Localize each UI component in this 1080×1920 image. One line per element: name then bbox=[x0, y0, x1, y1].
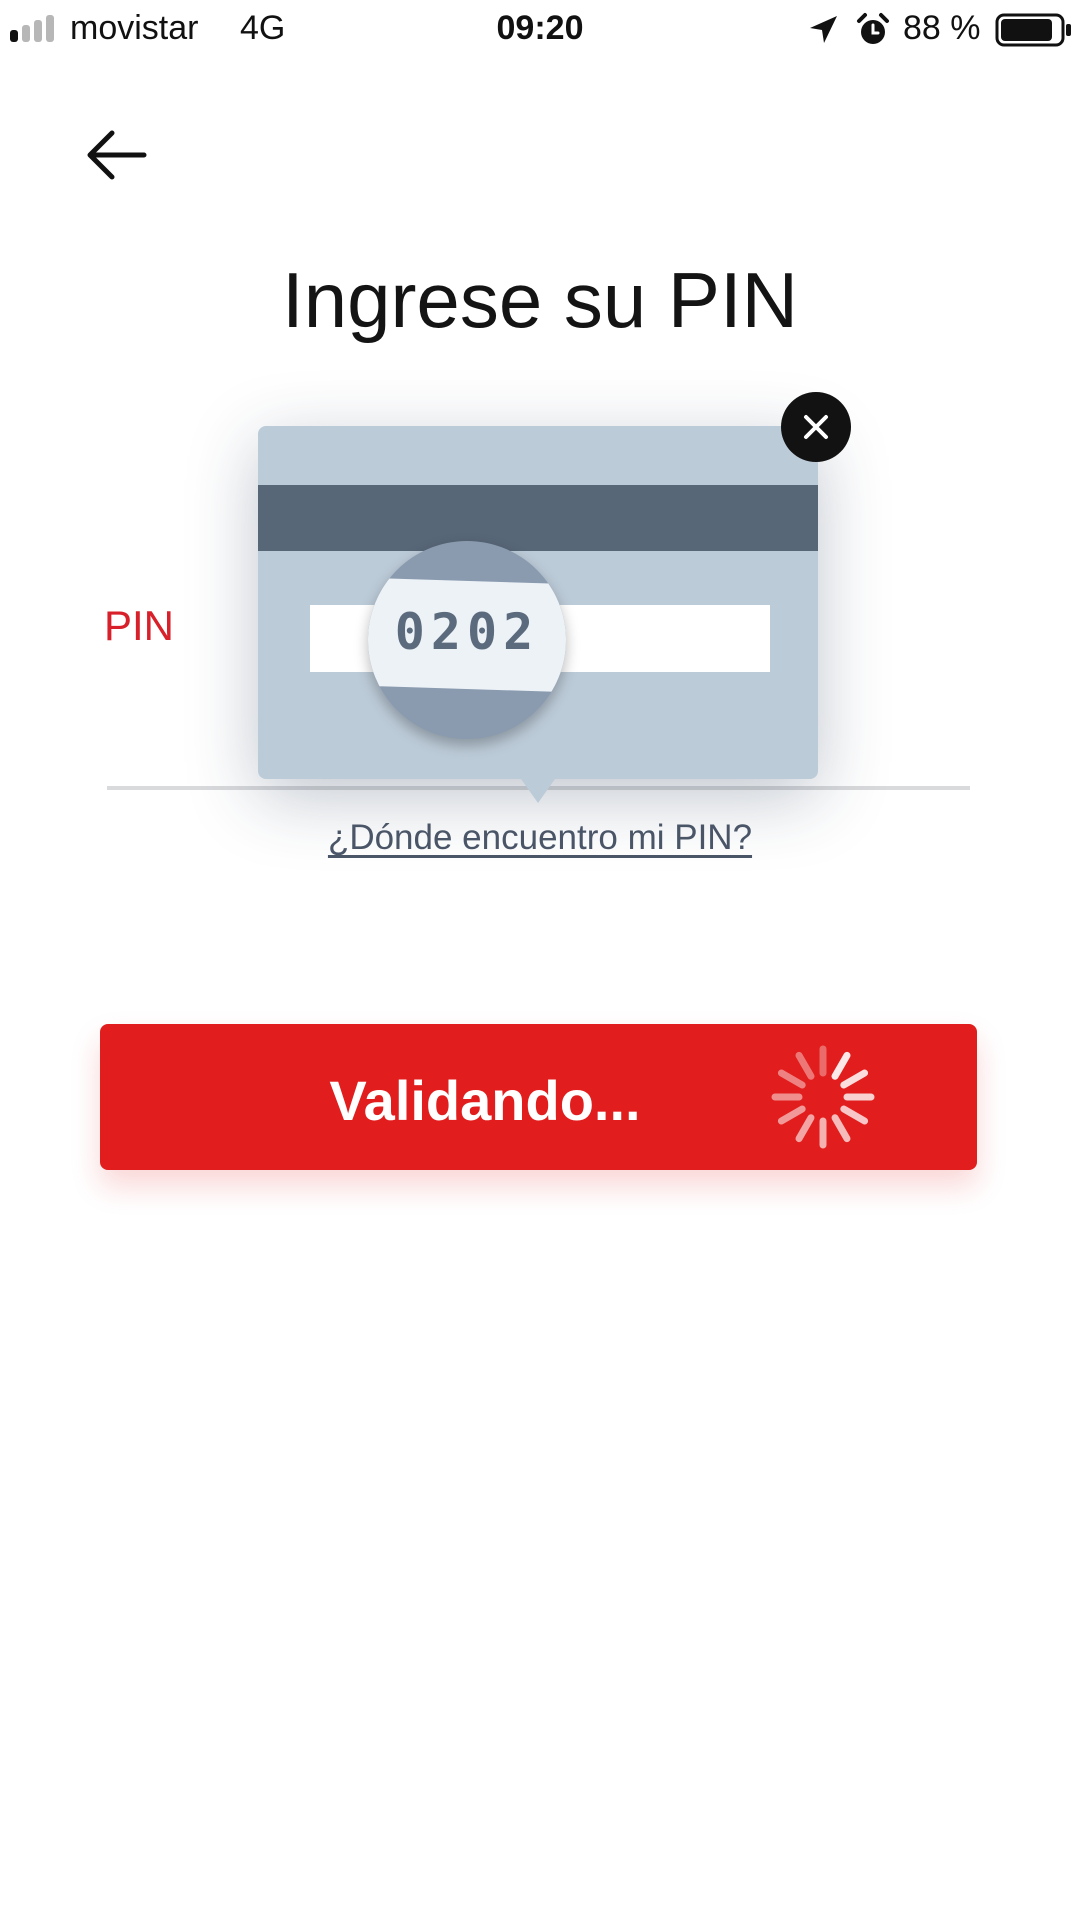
spinner-ray bbox=[840, 1069, 869, 1089]
spinner-ray bbox=[777, 1069, 806, 1089]
pin-field-label: PIN bbox=[104, 602, 175, 649]
validate-button[interactable]: Validando... bbox=[100, 1024, 977, 1170]
card-magnetic-stripe bbox=[258, 485, 818, 551]
battery-percent: 88 % bbox=[903, 9, 981, 47]
page-title: Ingrese su PIN bbox=[282, 256, 798, 344]
spinner-ray bbox=[840, 1105, 869, 1125]
validate-button-label: Validando... bbox=[329, 1069, 641, 1132]
spinner-ray bbox=[795, 1114, 815, 1143]
close-tooltip-button[interactable] bbox=[781, 392, 851, 462]
status-bar: movistar 4G 09:20 88 % bbox=[0, 0, 1080, 60]
close-icon bbox=[804, 415, 828, 439]
where-is-my-pin-link[interactable]: ¿Dónde encuentro mi PIN? bbox=[0, 818, 1080, 858]
alarm-clock-icon bbox=[857, 13, 889, 44]
back-arrow-icon[interactable] bbox=[82, 125, 152, 185]
card-pin-tooltip: 0202 bbox=[258, 426, 818, 803]
spinner-ray bbox=[777, 1105, 806, 1125]
spinner-ray bbox=[831, 1051, 851, 1080]
spinner-icon bbox=[771, 1045, 875, 1149]
spinner-ray bbox=[795, 1051, 815, 1080]
location-arrow-icon bbox=[810, 16, 837, 43]
battery-icon bbox=[995, 13, 1071, 47]
sample-pin-code: 0202 bbox=[394, 603, 540, 661]
spinner-ray bbox=[831, 1114, 851, 1143]
magnifier-lens: 0202 bbox=[368, 541, 566, 739]
